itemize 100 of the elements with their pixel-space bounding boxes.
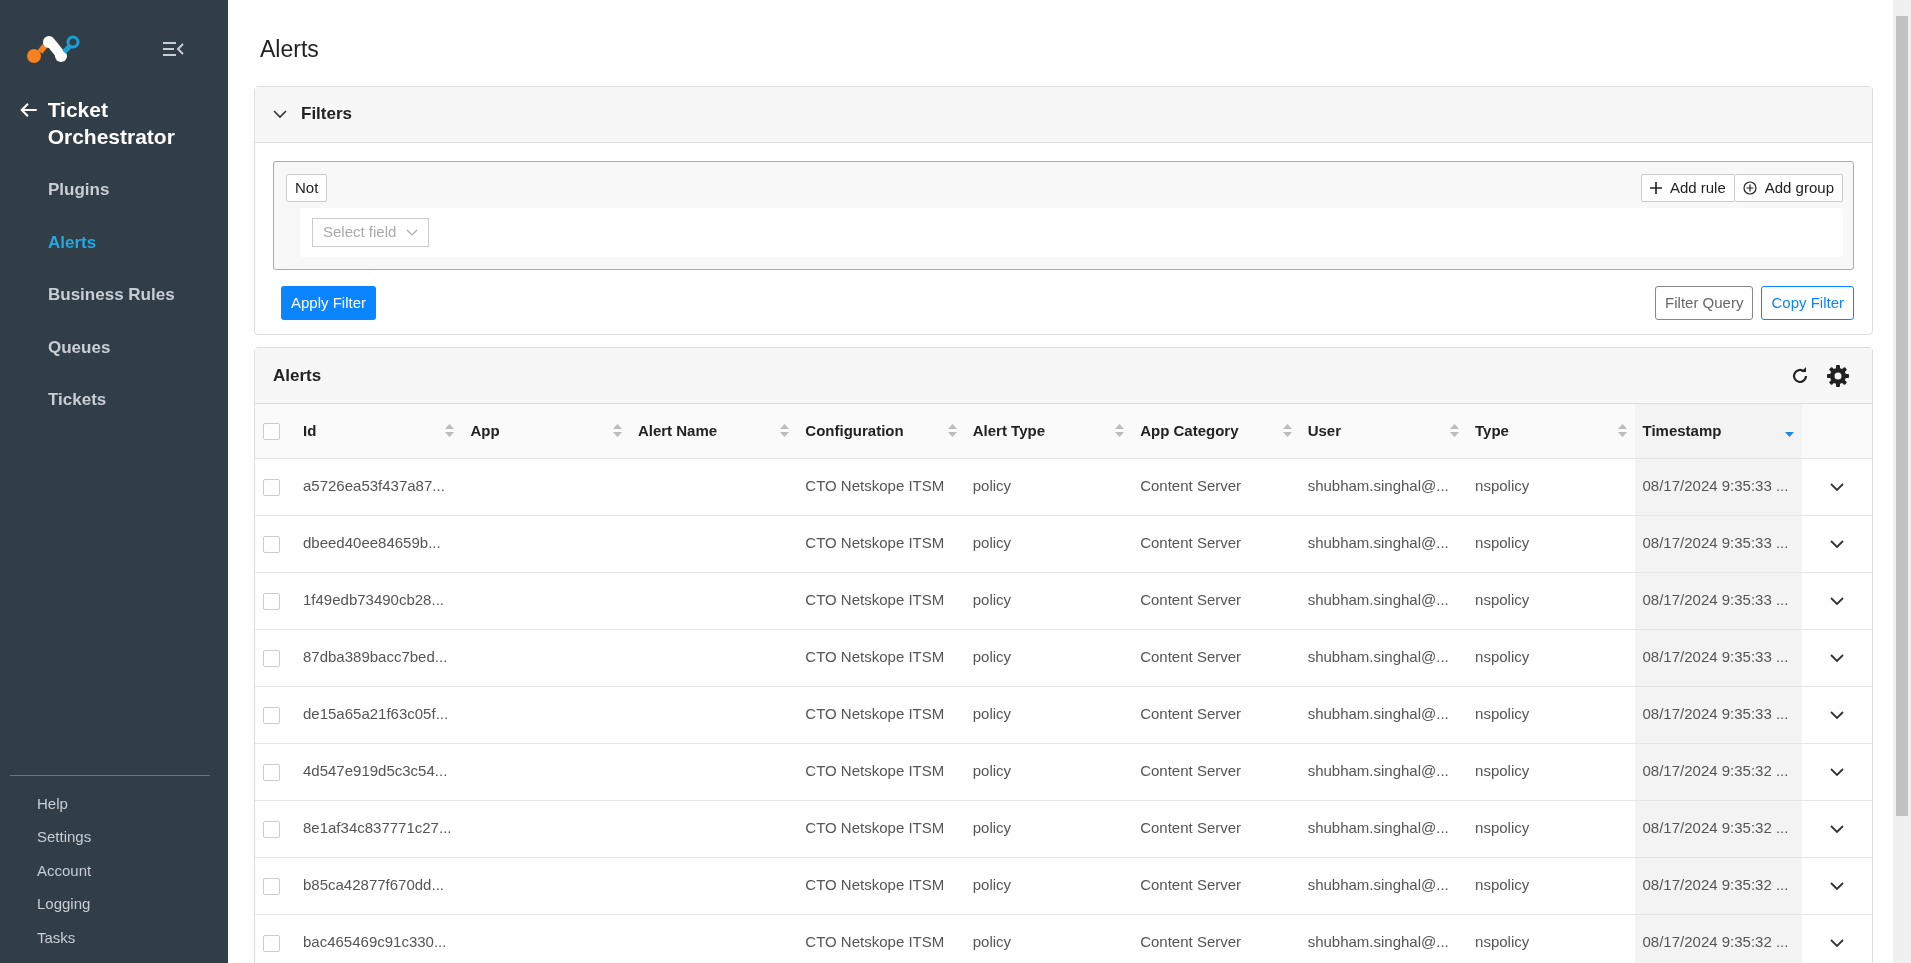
table-cell: CTO Netskope ITSM — [805, 876, 945, 894]
apply-filter-button[interactable]: Apply Filter — [281, 285, 377, 321]
table-cell: 4d547e919d5c3c54... — [303, 762, 448, 780]
table-cell: 08/17/2024 9:35:33 ... — [1642, 534, 1789, 552]
table-cell: policy — [972, 762, 1012, 780]
table-cell: nspolicy — [1475, 591, 1530, 609]
back-arrow-icon[interactable] — [20, 101, 38, 119]
filter-query-button[interactable]: Filter Query — [1655, 285, 1754, 321]
settings-icon[interactable] — [1826, 363, 1850, 388]
row-checkbox[interactable] — [263, 592, 280, 610]
footer-link[interactable]: Account — [37, 854, 210, 888]
table-cell: 08/17/2024 9:35:33 ... — [1642, 477, 1789, 495]
table-cell: 1f49edb73490cb28... — [303, 591, 444, 609]
table-cell: policy — [972, 933, 1012, 951]
sort-icon[interactable] — [612, 424, 622, 438]
nav-link[interactable]: Business Rules — [0, 269, 228, 322]
expand-row-icon[interactable] — [1830, 596, 1844, 606]
expand-row-icon[interactable] — [1830, 653, 1844, 663]
footer-link[interactable]: Tasks — [37, 921, 210, 955]
add-group-button[interactable]: Add group — [1734, 173, 1843, 203]
add-rule-button[interactable]: Add rule — [1640, 173, 1735, 203]
nav-link[interactable]: Queues — [0, 321, 228, 374]
table-cell: CTO Netskope ITSM — [805, 591, 945, 609]
column-header[interactable]: Alert Type — [972, 419, 1045, 443]
row-checkbox[interactable] — [263, 478, 280, 496]
row-checkbox[interactable] — [263, 706, 280, 724]
expand-row-icon[interactable] — [1830, 482, 1844, 492]
sort-icon[interactable] — [1617, 424, 1627, 438]
table-cell: nspolicy — [1475, 762, 1530, 780]
table-cell: policy — [972, 534, 1012, 552]
table-cell: Content Server — [1140, 819, 1242, 837]
table-cell: nspolicy — [1475, 819, 1530, 837]
copy-filter-button[interactable]: Copy Filter — [1761, 285, 1854, 321]
column-header[interactable]: User — [1307, 419, 1341, 443]
row-checkbox[interactable] — [263, 763, 280, 781]
sort-icon[interactable] — [1282, 424, 1292, 438]
table-cell: CTO Netskope ITSM — [805, 477, 945, 495]
footer-link[interactable]: Settings — [37, 821, 210, 855]
sort-icon[interactable] — [1450, 424, 1460, 438]
table-cell: policy — [972, 876, 1012, 894]
nav-link[interactable]: Tickets — [0, 374, 228, 427]
table-cell: 8e1af34c837771c27... — [303, 819, 452, 837]
footer-link[interactable]: Help — [37, 787, 210, 821]
app-title: Ticket Orchestrator — [47, 97, 176, 150]
expand-row-icon[interactable] — [1830, 824, 1844, 834]
expand-row-icon[interactable] — [1830, 938, 1844, 948]
row-checkbox[interactable] — [263, 934, 280, 952]
column-header[interactable]: App — [470, 419, 500, 443]
table-cell: 87dba389bacc7bed... — [303, 648, 448, 666]
table-cell: shubham.singhal@... — [1307, 876, 1449, 894]
expand-row-icon[interactable] — [1830, 539, 1844, 549]
table-cell: CTO Netskope ITSM — [805, 762, 945, 780]
sort-icon[interactable] — [445, 424, 455, 438]
column-header[interactable]: Id — [303, 419, 317, 443]
table-cell: 08/17/2024 9:35:32 ... — [1642, 762, 1789, 780]
select-all-checkbox[interactable] — [263, 423, 280, 441]
nav-link[interactable]: Alerts — [0, 216, 228, 269]
table-cell: shubham.singhal@... — [1307, 762, 1449, 780]
row-checkbox[interactable] — [263, 877, 280, 895]
table-cell: nspolicy — [1475, 705, 1530, 723]
table-cell: nspolicy — [1475, 648, 1530, 666]
table-cell: Content Server — [1140, 477, 1242, 495]
table-cell: CTO Netskope ITSM — [805, 933, 945, 951]
circle-plus-icon — [1742, 180, 1757, 195]
plus-icon — [1649, 181, 1662, 194]
sort-icon[interactable] — [1115, 424, 1125, 438]
scrollbar[interactable] — [1893, 0, 1911, 963]
table-cell: 08/17/2024 9:35:32 ... — [1642, 876, 1789, 894]
table-cell: Content Server — [1140, 534, 1242, 552]
row-checkbox[interactable] — [263, 649, 280, 667]
not-toggle[interactable]: Not — [286, 173, 328, 203]
sort-icon[interactable] — [947, 424, 957, 438]
column-header[interactable]: Type — [1475, 419, 1509, 443]
refresh-icon[interactable] — [1790, 365, 1810, 386]
table-cell: nspolicy — [1475, 534, 1530, 552]
table-cell: 08/17/2024 9:35:33 ... — [1642, 705, 1789, 723]
nav-link[interactable]: Plugins — [0, 164, 228, 217]
table-cell: shubham.singhal@... — [1307, 591, 1449, 609]
expand-row-icon[interactable] — [1830, 881, 1844, 891]
sort-icon[interactable] — [780, 424, 790, 438]
table-cell: shubham.singhal@... — [1307, 705, 1449, 723]
table-cell: a5726ea53f437a87... — [303, 477, 445, 495]
table-cell: bac465469c91c330... — [303, 933, 447, 951]
collapse-menu-icon[interactable] — [162, 41, 184, 57]
table-cell: 08/17/2024 9:35:32 ... — [1642, 933, 1789, 951]
table-cell: Content Server — [1140, 762, 1242, 780]
table-cell: shubham.singhal@... — [1307, 477, 1449, 495]
expand-row-icon[interactable] — [1830, 767, 1844, 777]
chevron-icon[interactable] — [273, 109, 287, 119]
table-cell: b85ca42877f670dd... — [303, 876, 444, 894]
footer-link[interactable]: Logging — [37, 888, 210, 922]
expand-row-icon[interactable] — [1830, 710, 1844, 720]
caret-icon — [406, 228, 419, 236]
table-cell: policy — [972, 648, 1012, 666]
table-cell: 08/17/2024 9:35:32 ... — [1642, 819, 1789, 837]
table-cell: Content Server — [1140, 648, 1242, 666]
table-cell: CTO Netskope ITSM — [805, 534, 945, 552]
table-cell: policy — [972, 705, 1012, 723]
row-checkbox[interactable] — [263, 535, 280, 553]
row-checkbox[interactable] — [263, 820, 280, 838]
